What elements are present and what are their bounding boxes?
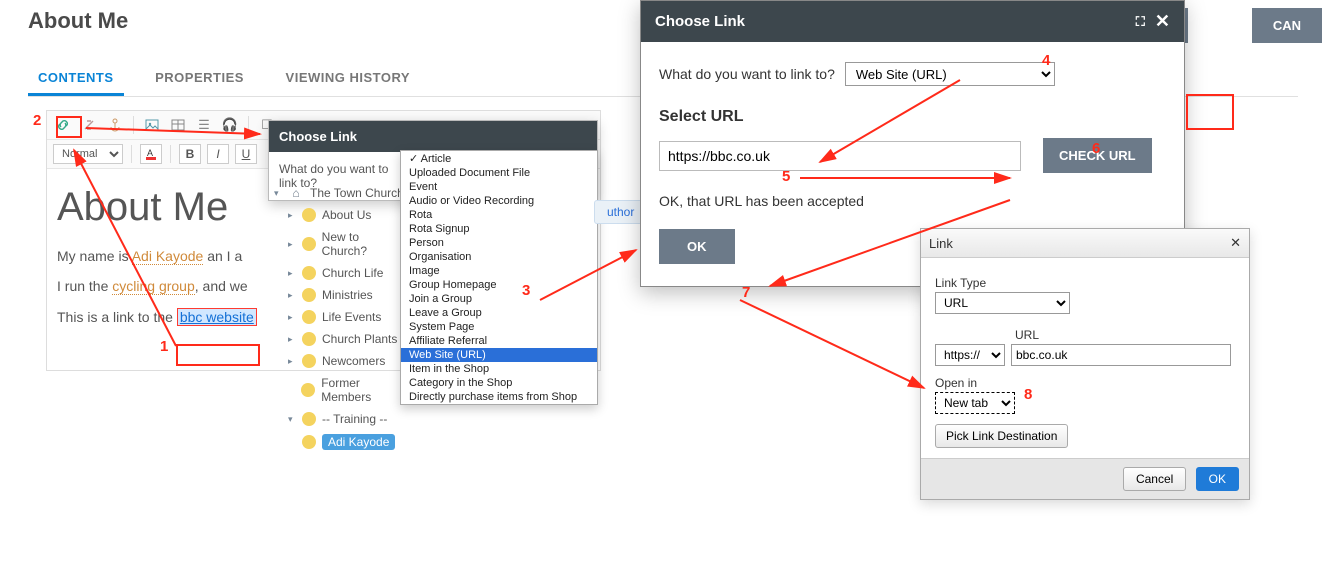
protocol-select[interactable]: https:// bbox=[935, 344, 1005, 366]
url-input[interactable] bbox=[659, 141, 1021, 171]
ltype-option[interactable]: Directly purchase items from Shop bbox=[401, 390, 597, 404]
annot-box-right bbox=[1186, 94, 1234, 130]
link-dlg-title: Link bbox=[929, 236, 953, 251]
ltype-option[interactable]: Rota bbox=[401, 208, 597, 222]
dlg-cancel-button[interactable]: Cancel bbox=[1123, 467, 1186, 491]
text-color-button[interactable]: A bbox=[140, 144, 162, 164]
tree-item[interactable]: ▾-- Training -- bbox=[274, 408, 404, 430]
cancel-button[interactable]: CAN bbox=[1252, 8, 1322, 43]
close-icon[interactable]: ✕ bbox=[1155, 11, 1170, 32]
underline-button[interactable]: U bbox=[235, 144, 257, 164]
tab-properties[interactable]: PROPERTIES bbox=[145, 62, 254, 93]
pick-destination-button[interactable]: Pick Link Destination bbox=[935, 424, 1068, 448]
selected-text[interactable]: bbc website bbox=[177, 308, 257, 326]
dlg-ok-button[interactable]: OK bbox=[1196, 467, 1239, 491]
link-type-menu[interactable]: Article Uploaded Document File Event Aud… bbox=[400, 150, 598, 405]
select-url-heading: Select URL bbox=[659, 108, 1166, 126]
ltype-option[interactable]: Image bbox=[401, 264, 597, 278]
ltype-option[interactable]: Audio or Video Recording bbox=[401, 194, 597, 208]
tree-item[interactable]: ▸Church Life bbox=[274, 262, 404, 284]
ok-button[interactable]: OK bbox=[659, 229, 735, 264]
ltype-option-selected[interactable]: Web Site (URL) bbox=[401, 348, 597, 362]
link-type-label: Link Type bbox=[935, 276, 1235, 290]
popover1-title: Choose Link bbox=[269, 121, 597, 152]
open-in-label: Open in bbox=[935, 376, 1235, 390]
url-status-text: OK, that URL has been accepted bbox=[659, 193, 1166, 209]
annot-num-2: 2 bbox=[33, 112, 41, 129]
ltype-option[interactable]: Leave a Group bbox=[401, 306, 597, 320]
ltype-option[interactable]: Person bbox=[401, 236, 597, 250]
tree-item[interactable]: ▸Ministries bbox=[274, 284, 404, 306]
tree-item[interactable]: Former Members bbox=[274, 372, 404, 408]
table-icon[interactable] bbox=[168, 115, 188, 135]
tree-item[interactable]: ▸Life Events bbox=[274, 306, 404, 328]
media-icon[interactable]: 🎧 bbox=[220, 115, 240, 135]
tree-item[interactable]: ▸New to Church? bbox=[274, 226, 404, 262]
ltype-option[interactable]: Category in the Shop bbox=[401, 376, 597, 390]
tree-root[interactable]: ▾⌂The Town Church bbox=[274, 182, 404, 204]
ltype-option[interactable]: Rota Signup bbox=[401, 222, 597, 236]
link-properties-dialog: Link ✕ Link Type URL URL https:// Open i… bbox=[920, 228, 1250, 500]
page-title: About Me bbox=[28, 8, 128, 34]
anchor-icon[interactable] bbox=[105, 115, 125, 135]
ltype-option[interactable]: System Page bbox=[401, 320, 597, 334]
link-type-select[interactable]: Web Site (URL) bbox=[845, 62, 1055, 86]
tab-viewing-history[interactable]: VIEWING HISTORY bbox=[276, 62, 421, 93]
ltype-option[interactable]: Group Homepage bbox=[401, 278, 597, 292]
url-field[interactable] bbox=[1011, 344, 1231, 366]
check-url-button[interactable]: CHECK URL bbox=[1043, 138, 1152, 173]
expand-icon[interactable]: ⛶ bbox=[1136, 14, 1145, 30]
ltype-option[interactable]: Item in the Shop bbox=[401, 362, 597, 376]
home-icon: ⌂ bbox=[288, 186, 304, 200]
hr-icon[interactable]: ☰ bbox=[194, 115, 214, 135]
link-type-field[interactable]: URL bbox=[935, 292, 1070, 314]
bold-button[interactable]: B bbox=[179, 144, 201, 164]
unlink-icon[interactable] bbox=[79, 115, 99, 135]
tree-item[interactable]: ▸Newcomers bbox=[274, 350, 404, 372]
author-link[interactable]: Adi Kayode bbox=[132, 248, 204, 265]
image-icon[interactable] bbox=[142, 115, 162, 135]
modal-prompt: What do you want to link to? bbox=[659, 66, 835, 82]
site-tree: ▾⌂The Town Church ▸About Us ▸New to Chur… bbox=[274, 182, 404, 454]
tree-item[interactable]: ▸About Us bbox=[274, 204, 404, 226]
ltype-option[interactable]: Join a Group bbox=[401, 292, 597, 306]
modal-title: Choose Link bbox=[655, 13, 745, 30]
tree-item[interactable]: ▸Church Plants bbox=[274, 328, 404, 350]
tab-contents[interactable]: CONTENTS bbox=[28, 62, 124, 96]
tree-badge-item[interactable]: Adi Kayode bbox=[274, 430, 404, 454]
italic-button[interactable]: I bbox=[207, 144, 229, 164]
ltype-option[interactable]: Uploaded Document File bbox=[401, 166, 597, 180]
ltype-option[interactable]: Affiliate Referral bbox=[401, 334, 597, 348]
link-icon[interactable] bbox=[53, 115, 73, 135]
svg-text:A: A bbox=[147, 148, 153, 158]
open-in-select[interactable]: New tab bbox=[935, 392, 1015, 414]
url-label: URL bbox=[1015, 328, 1235, 342]
ltype-option[interactable]: Article bbox=[401, 151, 597, 166]
cycling-link[interactable]: cycling group bbox=[112, 278, 195, 295]
ltype-option[interactable]: Event bbox=[401, 180, 597, 194]
close-icon[interactable]: ✕ bbox=[1230, 235, 1241, 251]
block-format-select[interactable]: Normal bbox=[53, 144, 123, 164]
ltype-option[interactable]: Organisation bbox=[401, 250, 597, 264]
